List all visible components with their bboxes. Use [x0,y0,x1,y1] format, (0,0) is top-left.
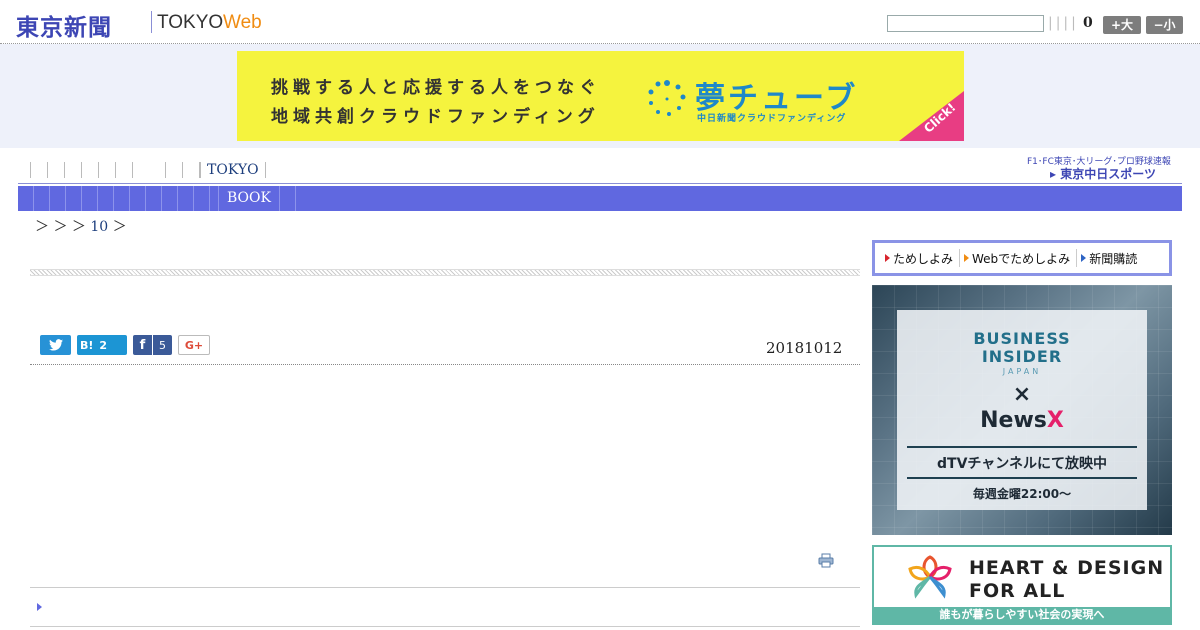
breadcrumb-suffix: ＞ [112,219,127,235]
ad-bi-japan: JAPAN [1002,367,1042,376]
nav-underline [18,183,1182,184]
nav2-item[interactable] [113,186,114,211]
search-input[interactable] [887,15,1044,32]
breadcrumb-link[interactable]: 10 [90,219,108,235]
ad-bi-news: News [980,408,1047,433]
site-logo[interactable]: 東京新聞 [16,8,112,42]
nav2-item[interactable] [129,186,130,211]
breadcrumb: ＞ ＞ ＞ 10 ＞ [35,216,127,236]
nav2-item-book[interactable]: BOOK [218,186,280,211]
nav2-item[interactable] [97,186,98,211]
tab-label: Webでためしよみ [972,251,1071,266]
nav-item[interactable] [30,162,31,178]
secondary-nav: BOOK [18,186,1182,211]
tab-web-tameshiyomi[interactable]: Webでためしよみ [959,249,1076,267]
ad-bi-rule [907,446,1137,448]
font-size-large-button[interactable]: +大 [1103,16,1141,34]
google-plus-label: G+ [184,338,204,352]
primary-nav: TOKYO [30,161,266,179]
content-divider [30,626,860,627]
ad-panel: BUSINESS INSIDER JAPAN × NewsX dTVチャンネルに… [897,310,1147,510]
triangle-right-icon[interactable] [37,603,42,611]
business-insider-ad[interactable]: BUSINESS INSIDER JAPAN × NewsX dTVチャンネルに… [872,285,1172,535]
header-counter: 0 [1083,15,1093,31]
nav-item[interactable] [64,162,65,178]
ad-heart-caption: 誰もが暮らしやすい社会の実現へ [874,607,1170,623]
nav-item[interactable] [81,162,82,178]
nav2-item[interactable] [294,186,296,211]
facebook-count: 5 [159,338,166,352]
logo-web-text[interactable]: Web [223,12,262,34]
ad-heart-title-line2: FOR ALL [969,580,1066,602]
chunichi-sports-label: 東京中日スポーツ [1060,167,1156,181]
triangle-right-icon [964,254,970,262]
triangle-right-icon [1081,254,1087,262]
logo-tokyo-text[interactable]: TOKYO [157,12,223,34]
content-divider [30,587,860,588]
facebook-share-button[interactable]: f 5 [133,335,172,355]
nav-item[interactable] [182,162,183,178]
tab-label: ためしよみ [893,251,954,266]
tab-label: 新聞購読 [1089,251,1138,266]
chunichi-sports-logo[interactable]: ▸ 東京中日スポーツ [1050,165,1156,182]
flower-logo-icon [908,555,952,599]
ad-bi-newsx-x: X [1046,408,1064,433]
nav-item[interactable] [132,162,133,178]
nav-item[interactable] [115,162,116,178]
triangle-right-icon [885,254,890,262]
font-size-small-button[interactable]: −小 [1146,16,1183,34]
printer-icon[interactable] [818,553,834,568]
twitter-icon [48,339,63,351]
nav-item[interactable] [47,162,48,178]
ad-bi-brand-line1: BUSINESS [973,329,1071,348]
ad-bi-dtv: dTVチャンネルにて放映中 [937,456,1107,472]
tab-tameshiyomi[interactable]: ためしよみ [881,249,959,267]
ad-tagline-1: 挑戦する人と応援する人をつなぐ [271,78,601,98]
heart-design-ad[interactable]: HEART & DESIGN FOR ALL 誰もが暮らしやすい社会の実現へ [872,545,1172,625]
header-separators: |||| [1048,15,1079,31]
ad-bi-cross: × [1012,382,1032,407]
nav2-item[interactable] [145,186,146,211]
ad-bi-time: 毎週金曜22:00〜 [972,487,1072,501]
article-date: 20181012 [766,339,843,357]
nav2-item[interactable] [65,186,66,211]
article-title-rule [30,269,860,276]
nav-item[interactable] [98,162,99,178]
nav2-item[interactable] [177,186,178,211]
nav2-item[interactable] [209,186,210,211]
nav2-item[interactable] [161,186,162,211]
tab-subscribe[interactable]: 新聞購読 [1076,249,1143,267]
google-plus-share-button[interactable]: G+ [178,335,210,355]
ad-bi-brand: BUSINESS INSIDER [897,330,1147,366]
ad-heart-title-line1: HEART & DESIGN [969,557,1165,579]
nav2-item[interactable] [81,186,82,211]
nav2-item[interactable] [49,186,50,211]
nav-item-tokyo[interactable]: TOKYO [200,162,266,178]
dots-circle-icon [648,80,686,116]
hatena-bookmark-button[interactable]: B! 2 [77,335,127,355]
nav2-item[interactable] [193,186,194,211]
breadcrumb-prefix: ＞ ＞ ＞ [35,219,86,235]
facebook-icon: f [133,335,153,355]
hatena-label: B! [80,338,94,352]
crowdfunding-ad-banner[interactable]: 挑戦する人と応援する人をつなぐ 地域共創クラウドファンディング 夢チューブ 中日… [237,51,964,141]
article-date-rule [30,364,860,365]
ad-bi-rule [907,477,1137,479]
twitter-share-button[interactable] [40,335,71,355]
subscription-tabs: ためしよみ Webでためしよみ 新聞購読 [872,240,1172,276]
logo-divider [151,11,152,33]
ad-bi-brand-line2: INSIDER [981,347,1063,366]
ad-subtitle: 中日新聞クラウドファンディング [697,114,847,124]
nav-item[interactable] [165,162,166,178]
ad-tagline-2: 地域共創クラウドファンディング [271,107,600,127]
hatena-count: 2 [99,338,108,352]
nav2-item[interactable] [33,186,34,211]
ad-bi-newsx: NewsX [897,408,1147,433]
